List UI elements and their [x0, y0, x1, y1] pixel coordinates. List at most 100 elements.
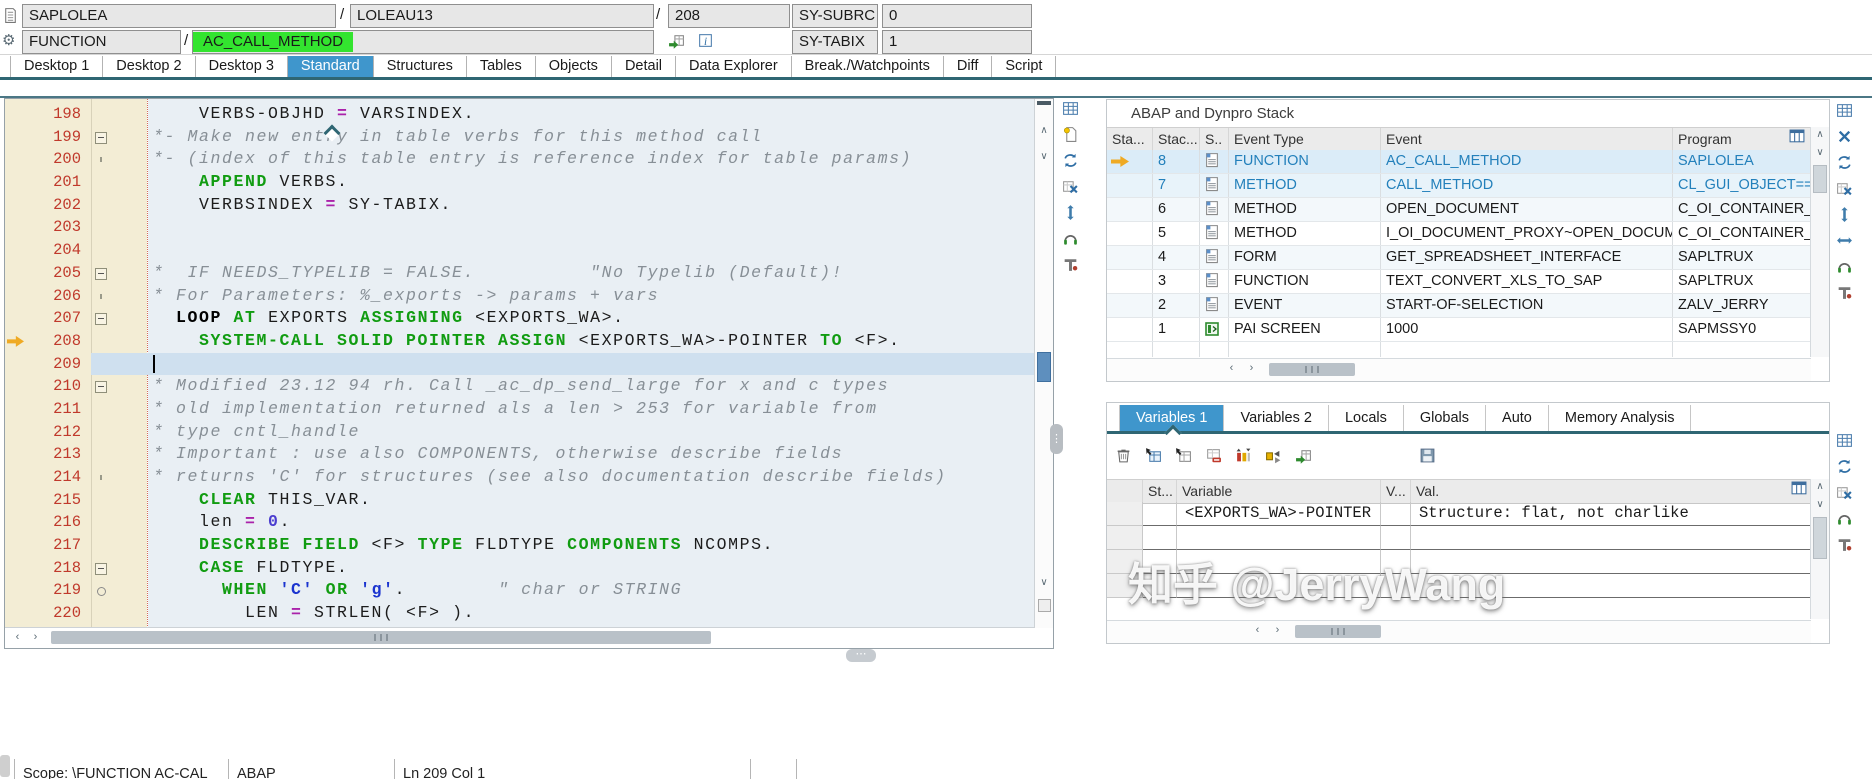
scroll-right-icon[interactable]: ›	[1243, 359, 1260, 378]
fold-margin[interactable]	[91, 421, 147, 444]
stack-row[interactable]: 6METHODOPEN_DOCUMENTC_OI_CONTAINER_	[1107, 198, 1811, 222]
fold-margin[interactable]	[91, 148, 147, 171]
code-line[interactable]: 205* IF NEEDS_TYPELIB = FALSE. "No Typel…	[5, 262, 1035, 285]
tab-tables[interactable]: Tables	[467, 56, 536, 77]
refresh-icon[interactable]	[1062, 152, 1079, 169]
new-page-icon[interactable]	[1062, 126, 1079, 143]
fold-margin[interactable]	[91, 557, 147, 580]
code-line[interactable]: 213* Important : use also COMPONENTS, ot…	[5, 443, 1035, 466]
services-icon[interactable]	[1836, 536, 1853, 553]
fold-margin[interactable]	[91, 330, 147, 353]
remove-table-icon[interactable]	[1205, 447, 1222, 464]
tab-desktop-3[interactable]: Desktop 3	[196, 56, 288, 77]
variable-name-cell[interactable]: <EXPORTS_WA>-POINTER	[1177, 502, 1381, 526]
sy-subrc-value[interactable]: 0	[882, 4, 1032, 28]
tab-desktop-1[interactable]: Desktop 1	[10, 56, 103, 77]
fold-margin[interactable]	[91, 103, 147, 126]
services-icon[interactable]	[1836, 284, 1853, 301]
headphones-icon[interactable]	[1836, 258, 1853, 275]
fold-margin[interactable]	[91, 511, 147, 534]
scroll-left-icon[interactable]: ‹	[9, 628, 26, 647]
close-table-icon[interactable]	[1836, 180, 1853, 197]
fold-margin[interactable]	[91, 126, 147, 149]
tab-globals[interactable]: Globals	[1404, 405, 1486, 431]
code-line[interactable]: 207 LOOP AT EXPORTS ASSIGNING <EXPORTS_W…	[5, 307, 1035, 330]
column-header[interactable]: Stac...	[1153, 128, 1200, 151]
fold-collapse-icon[interactable]	[95, 132, 107, 144]
column-header[interactable]: Val.	[1411, 480, 1811, 503]
code-line[interactable]: 210* Modified 23.12 94 rh. Call _ac_dp_s…	[5, 375, 1035, 398]
fold-collapse-icon[interactable]	[95, 563, 107, 575]
event-name-field[interactable]: AC_CALL_METHOD	[192, 30, 654, 54]
variable-row[interactable]	[1107, 526, 1811, 550]
table-grid-icon[interactable]	[1062, 100, 1079, 117]
stack-horizontal-scrollbar[interactable]: ‹ ›	[1107, 358, 1811, 381]
close-table-icon[interactable]	[1062, 178, 1079, 195]
tab-standard[interactable]: Standard	[288, 56, 374, 77]
scrollbar-thumb[interactable]	[1269, 363, 1355, 376]
fold-margin[interactable]	[91, 398, 147, 421]
code-line[interactable]: 215 CLEAR THIS_VAR.	[5, 489, 1035, 512]
fold-margin[interactable]	[91, 285, 147, 308]
code-line[interactable]: 216 len = 0.	[5, 511, 1035, 534]
code-line[interactable]: 198 VERBS-OBJHD = VARSINDEX.	[5, 103, 1035, 126]
scrollbar-option-icon[interactable]	[1038, 599, 1051, 612]
tab-objects[interactable]: Objects	[536, 56, 612, 77]
code-line[interactable]: 208 SYSTEM-CALL SOLID POINTER ASSIGN <EX…	[5, 330, 1035, 353]
compare-cols-icon[interactable]	[1235, 447, 1252, 464]
transfer-icon[interactable]	[1265, 447, 1282, 464]
column-config-icon[interactable]	[1791, 481, 1807, 495]
trash-icon[interactable]	[1115, 447, 1132, 464]
scroll-down-icon[interactable]: ∨	[1811, 147, 1829, 158]
variables-vertical-scrollbar[interactable]: ∧ ∨	[1810, 479, 1829, 619]
fold-margin[interactable]	[91, 579, 147, 602]
tab-memory-analysis[interactable]: Memory Analysis	[1549, 405, 1692, 431]
code-line[interactable]: 220 LEN = STRLEN( <F> ).	[5, 602, 1035, 625]
goto-icon[interactable]	[1295, 447, 1312, 464]
code-line[interactable]: 211* old implementation returned als a l…	[5, 398, 1035, 421]
scrollbar-thumb[interactable]	[1295, 625, 1381, 638]
fold-margin[interactable]	[91, 239, 147, 262]
program-field[interactable]: SAPLOLEA	[22, 4, 336, 28]
column-header[interactable]: Variable	[1177, 480, 1381, 503]
line-number-field[interactable]: 208	[668, 4, 790, 28]
headphones-icon[interactable]	[1062, 230, 1079, 247]
code-line[interactable]: 204	[5, 239, 1035, 262]
split-handle[interactable]	[1037, 101, 1051, 105]
stack-row[interactable]: 1PAI SCREEN1000SAPMSSY0	[1107, 318, 1811, 342]
scroll-up-icon[interactable]: ∧	[1811, 481, 1829, 492]
refresh-icon[interactable]	[1836, 458, 1853, 475]
tab-detail[interactable]: Detail	[612, 56, 676, 77]
code-line[interactable]: 200*- (index of this table entry is refe…	[5, 148, 1035, 171]
table-grid-icon[interactable]	[1836, 432, 1853, 449]
fold-collapse-icon[interactable]	[95, 268, 107, 280]
expand-horizontal-icon[interactable]	[1836, 232, 1853, 249]
scroll-left-icon[interactable]: ‹	[1223, 359, 1240, 378]
code-line[interactable]: 206* For Parameters: %_exports -> params…	[5, 285, 1035, 308]
column-header[interactable]: Event Type	[1229, 128, 1381, 151]
code-line[interactable]: 218 CASE FLDTYPE.	[5, 557, 1035, 580]
fold-collapse-icon[interactable]	[95, 381, 107, 393]
column-header[interactable]: Event	[1381, 128, 1673, 151]
tab-auto[interactable]: Auto	[1486, 405, 1549, 431]
info-icon[interactable]: i	[697, 32, 714, 49]
tab-break-watchpoints[interactable]: Break./Watchpoints	[792, 56, 944, 77]
editor-horizontal-scrollbar[interactable]: ‹ ›	[5, 627, 1035, 648]
sy-tabix-value[interactable]: 1	[882, 30, 1032, 54]
column-header[interactable]: St...	[1143, 480, 1177, 503]
horizontal-splitter-handle[interactable]: ⋯	[846, 649, 876, 662]
select-table-icon[interactable]	[1175, 447, 1192, 464]
fold-collapse-icon[interactable]	[95, 313, 107, 325]
refresh-icon[interactable]	[1836, 154, 1853, 171]
tab-variables-2[interactable]: Variables 2	[1224, 405, 1328, 431]
code-line[interactable]: 203	[5, 216, 1035, 239]
expand-vertical-icon[interactable]	[1836, 206, 1853, 223]
table-grid-icon[interactable]	[1836, 102, 1853, 119]
tab-desktop-2[interactable]: Desktop 2	[103, 56, 195, 77]
fold-margin[interactable]	[91, 262, 147, 285]
stack-row[interactable]: 2EVENTSTART-OF-SELECTIONZALV_JERRY	[1107, 294, 1811, 318]
fold-margin[interactable]	[91, 534, 147, 557]
expand-vertical-icon[interactable]	[1062, 204, 1079, 221]
scroll-right-icon[interactable]: ›	[27, 628, 44, 647]
scrollbar-thumb[interactable]	[1813, 165, 1827, 193]
